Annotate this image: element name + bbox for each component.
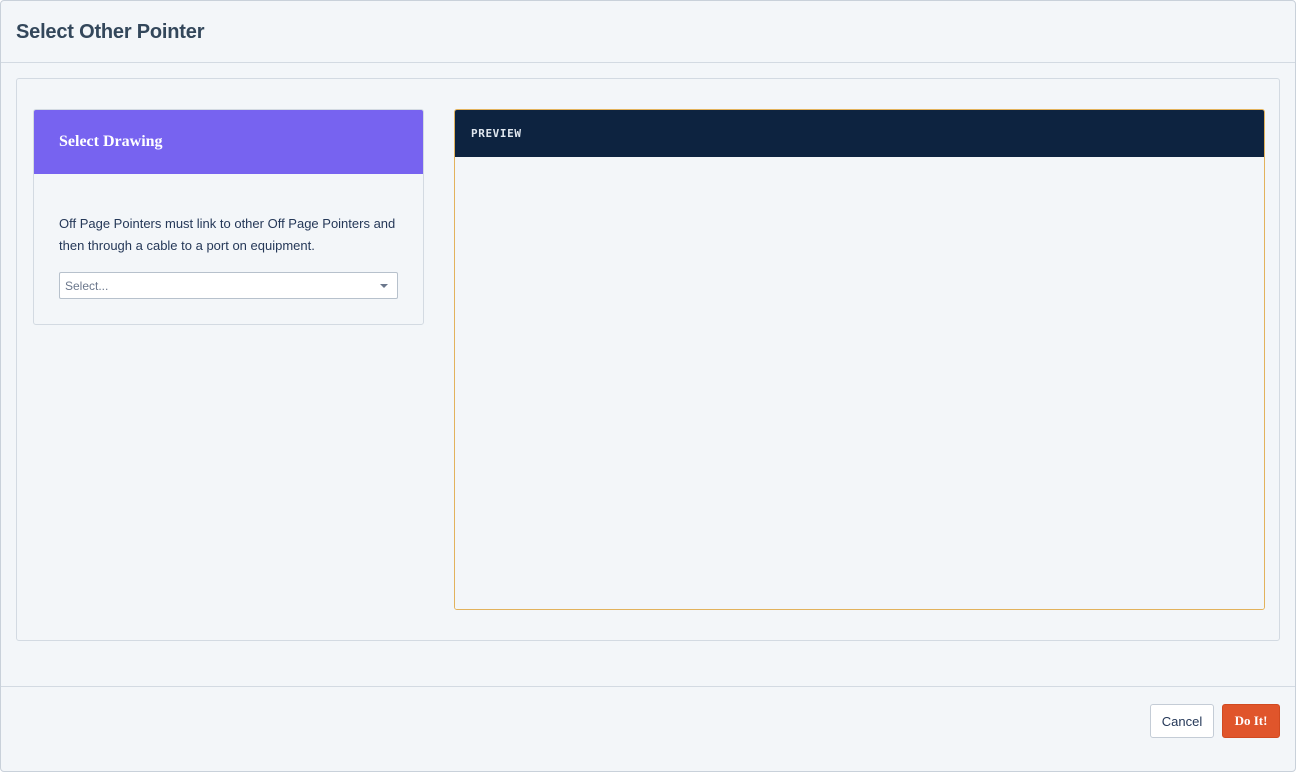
select-drawing-description: Off Page Pointers must link to other Off…: [59, 216, 396, 253]
dialog-header: Select Other Pointer: [1, 1, 1295, 63]
drawing-select-placeholder: Select...: [65, 279, 109, 293]
preview-panel: PREVIEW: [454, 109, 1265, 610]
dialog-footer: Cancel Do It!: [1, 686, 1295, 773]
preview-header: PREVIEW: [455, 110, 1264, 157]
preview-title: PREVIEW: [471, 127, 522, 140]
dialog-body: Select Drawing Off Page Pointers must li…: [16, 78, 1280, 641]
select-drawing-title: Select Drawing: [59, 133, 163, 150]
dialog-title: Select Other Pointer: [16, 21, 205, 43]
cancel-button[interactable]: Cancel: [1150, 704, 1214, 738]
select-other-pointer-dialog: Select Other Pointer Select Drawing Off …: [0, 0, 1296, 772]
select-drawing-card-header: Select Drawing: [34, 110, 423, 174]
select-drawing-card: Select Drawing Off Page Pointers must li…: [33, 109, 424, 325]
caret-down-icon: [380, 284, 388, 288]
preview-canvas: [455, 157, 1264, 609]
drawing-select[interactable]: Select...: [59, 272, 398, 299]
do-it-button[interactable]: Do It!: [1222, 704, 1280, 738]
